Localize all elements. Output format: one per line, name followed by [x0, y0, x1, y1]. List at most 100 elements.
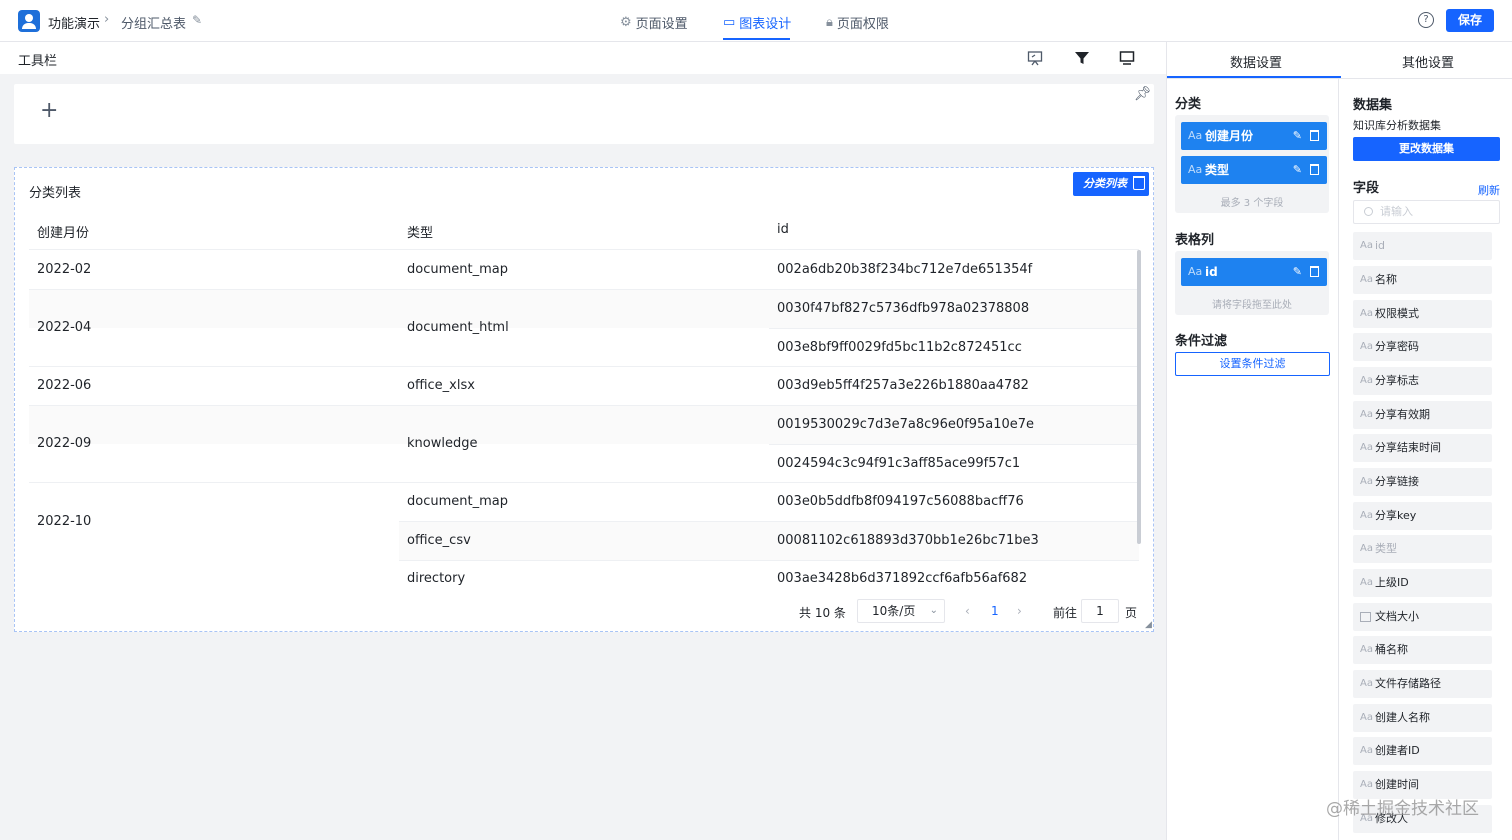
widget-tag[interactable]: 分类列表	[1073, 172, 1149, 196]
trash-icon[interactable]	[1310, 130, 1319, 141]
next-page-icon[interactable]: ›	[1017, 604, 1022, 618]
field-item[interactable]: Aa 创建人名称	[1353, 704, 1492, 732]
cell-type: office_xlsx	[407, 378, 475, 393]
column-header[interactable]: id	[777, 222, 789, 237]
pager-total: 共 10 条	[799, 606, 846, 620]
divider	[399, 560, 1139, 561]
field-item[interactable]: Aa 桶名称	[1353, 636, 1492, 664]
cell-id: 003d9eb5ff4f257a3e226b1880aa4782	[777, 378, 1029, 393]
fields-panel: 数据集 知识库分析数据集 更改数据集 字段 刷新 请输入 Aa id Aa 名称 A…	[1339, 79, 1512, 840]
category-hint: 最多 3 个字段	[1220, 198, 1284, 209]
page-size-select[interactable]: 10条/页 ⌄	[857, 599, 945, 623]
resize-handle-icon[interactable]: ◢	[1145, 620, 1152, 630]
field-label: 分享key	[1375, 509, 1417, 522]
text-type-icon: Aa	[1360, 712, 1373, 723]
divider	[29, 482, 1139, 483]
divider	[29, 405, 1139, 406]
tab-chart-design[interactable]: ▭ 图表设计	[723, 13, 791, 32]
filter-title: 条件过滤	[1175, 334, 1228, 349]
field-item[interactable]: Aa 权限模式	[1353, 300, 1492, 328]
category-field-pill[interactable]: Aa 创建月份 ✎	[1181, 122, 1327, 150]
field-item[interactable]: Aa 类型	[1353, 535, 1492, 563]
field-item[interactable]: Aa 分享key	[1353, 502, 1492, 530]
current-page[interactable]: 1	[991, 604, 999, 618]
text-type-icon: Aa	[1360, 745, 1373, 756]
change-dataset-button[interactable]: 更改数据集	[1353, 137, 1500, 161]
field-label: 创建人名称	[1375, 711, 1430, 724]
tab-page-permission[interactable]: 🔒︎ 页面权限	[826, 13, 889, 32]
widget-title: 分类列表	[29, 186, 82, 201]
dataset-title: 数据集	[1353, 98, 1393, 113]
text-type-icon: Aa	[1360, 543, 1373, 554]
breadcrumb-app[interactable]: 功能演示	[48, 13, 100, 32]
lock-icon: 🔒︎	[826, 15, 833, 30]
presentation-icon[interactable]	[1027, 50, 1043, 66]
field-label: 分享有效期	[1375, 408, 1430, 421]
fields-title: 字段	[1353, 181, 1380, 196]
field-item[interactable]: Aa 创建者ID	[1353, 737, 1492, 765]
refresh-link[interactable]: 刷新	[1478, 182, 1500, 198]
column-header[interactable]: 类型	[407, 222, 433, 241]
tab-data-settings[interactable]: 数据设置	[1230, 52, 1282, 71]
text-type-icon: Aa	[1360, 577, 1373, 588]
text-type-icon: Aa	[1360, 678, 1373, 689]
add-component-button[interactable]: +	[40, 98, 58, 123]
page-size-value: 10条/页	[872, 604, 916, 618]
text-type-icon: Aa	[1360, 308, 1373, 319]
edit-icon[interactable]: ✎	[1293, 258, 1302, 286]
column-header[interactable]: 创建月份	[37, 222, 89, 241]
tab-page-settings[interactable]: ⚙ 页面设置	[620, 13, 688, 32]
field-item[interactable]: Aa 名称	[1353, 266, 1492, 294]
chevron-right-icon: ›	[104, 12, 110, 27]
data-table: 创建月份 类型 id 2022-02 document_map 002a6db2…	[29, 212, 1141, 586]
field-item[interactable]: Aa id	[1353, 232, 1492, 260]
help-icon[interactable]: ?	[1418, 12, 1434, 28]
text-type-icon: Aa	[1360, 644, 1373, 655]
monitor-icon[interactable]	[1119, 50, 1135, 66]
divider	[769, 328, 1139, 329]
delete-widget-icon[interactable]	[1133, 176, 1145, 190]
text-type-icon: Aa	[1188, 163, 1203, 176]
category-field-pill[interactable]: Aa 类型 ✎	[1181, 156, 1327, 184]
dataset-name: 知识库分析数据集	[1353, 119, 1441, 132]
trash-icon[interactable]	[1310, 266, 1319, 277]
tab-other-settings[interactable]: 其他设置	[1402, 52, 1454, 71]
filter-icon[interactable]	[1074, 50, 1090, 66]
edit-icon[interactable]: ✎	[1293, 156, 1302, 184]
cell-month: 2022-10	[37, 514, 92, 529]
edit-icon[interactable]: ✎	[1293, 122, 1302, 150]
columns-title: 表格列	[1175, 233, 1215, 248]
page-suffix: 页	[1125, 606, 1138, 620]
save-button[interactable]: 保存	[1446, 9, 1494, 32]
field-item[interactable]: Aa 分享标志	[1353, 367, 1492, 395]
table-scrollbar[interactable]	[1137, 250, 1141, 544]
cell-id: 0019530029c7d3e7a8c96e0f95a10e7e	[777, 417, 1035, 432]
prev-page-icon[interactable]: ‹	[965, 604, 970, 618]
columns-dropzone[interactable]: Aa id ✎ 请将字段拖至此处	[1175, 251, 1329, 315]
category-dropzone[interactable]: Aa 创建月份 ✎ Aa 类型 ✎ 最多 3 个字段	[1175, 115, 1329, 213]
field-label: 名称	[1375, 273, 1397, 286]
cell-month: 2022-09	[37, 436, 92, 451]
field-item[interactable]: Aa 分享密码	[1353, 333, 1492, 361]
trash-icon[interactable]	[1310, 164, 1319, 175]
field-item[interactable]: Aa 文件存储路径	[1353, 670, 1492, 698]
pin-icon[interactable]: 📌︎	[1134, 86, 1152, 102]
field-search-input[interactable]: 请输入	[1353, 200, 1500, 224]
cell-id: 003e0b5ddfb8f094197c56088bacff76	[777, 494, 1024, 509]
search-placeholder: 请输入	[1380, 205, 1413, 218]
field-item[interactable]: Aa 分享有效期	[1353, 401, 1492, 429]
widget-tag-label: 分类列表	[1083, 177, 1127, 190]
text-type-icon: Aa	[1188, 129, 1203, 142]
top-bar: 功能演示 › 分组汇总表 ✎ ⚙ 页面设置 ▭ 图表设计 🔒︎ 页面权限 ? 保…	[0, 0, 1512, 42]
app-logo-icon[interactable]	[18, 10, 40, 32]
edit-title-icon[interactable]: ✎	[192, 13, 202, 27]
field-item[interactable]: Aa 分享结束时间	[1353, 434, 1492, 462]
field-item[interactable]: 文档大小	[1353, 603, 1492, 631]
field-item[interactable]: Aa 分享链接	[1353, 468, 1492, 496]
column-field-pill[interactable]: Aa id ✎	[1181, 258, 1327, 286]
group-table-widget[interactable]: 分类列表 分类列表 创建月份 类型 id 2022-02 document_ma…	[14, 167, 1154, 632]
field-item[interactable]: Aa 上级ID	[1353, 569, 1492, 597]
set-filter-button[interactable]: 设置条件过滤	[1175, 352, 1330, 376]
cell-type: document_map	[407, 494, 508, 509]
goto-page-input[interactable]: 1	[1081, 599, 1119, 623]
